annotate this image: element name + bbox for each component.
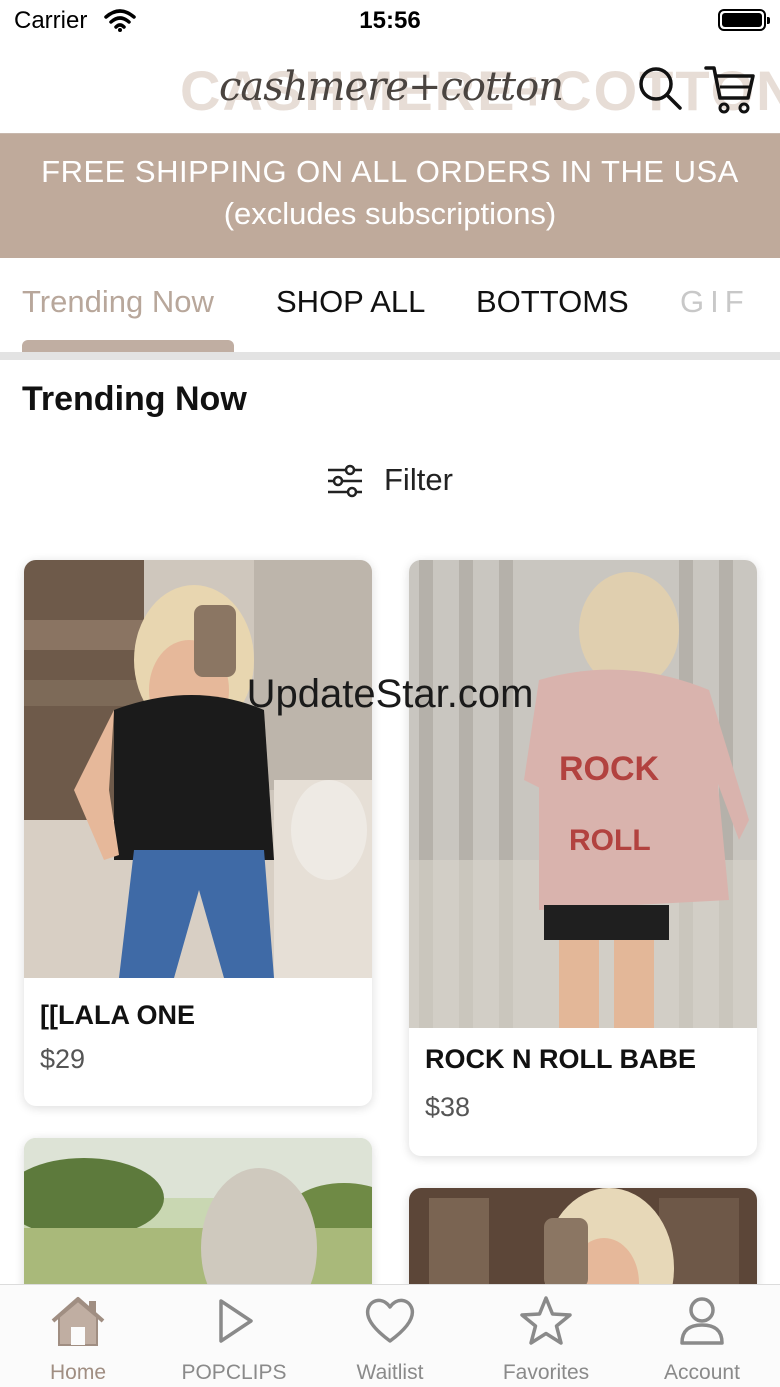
product-name: ROCK N ROLL BABE	[425, 1044, 697, 1074]
tabbar-item-account[interactable]: Account	[624, 1295, 780, 1385]
search-icon[interactable]	[636, 64, 684, 112]
promo-banner[interactable]: FREE SHIPPING ON ALL ORDERS IN THE USA (…	[0, 134, 780, 258]
tabs-divider	[0, 352, 780, 360]
svg-text:ROLL: ROLL	[569, 824, 651, 857]
tabbar-item-popclips[interactable]: POPCLIPS	[156, 1295, 312, 1385]
svg-text:ROCK: ROCK	[559, 750, 660, 788]
clock-time: 15:56	[359, 7, 421, 34]
person-icon	[680, 1297, 724, 1345]
tab-gifts[interactable]: GIF	[680, 284, 750, 320]
category-tabs: Trending Now SHOP ALL BOTTOMS GIF	[0, 258, 780, 352]
tabbar-label: Favorites	[502, 1361, 590, 1384]
tabbar-item-waitlist[interactable]: Waitlist	[312, 1295, 468, 1385]
product-price: $29	[40, 1044, 86, 1074]
cart-icon[interactable]	[704, 64, 756, 116]
product-name: [[LALA ONE	[40, 1000, 195, 1030]
status-bar: Carrier 15:56	[0, 0, 780, 44]
product-price: $38	[425, 1092, 471, 1122]
tabbar-item-home[interactable]: Home	[0, 1295, 156, 1385]
active-tab-indicator	[22, 340, 234, 352]
tabbar-item-favorites[interactable]: Favorites	[468, 1295, 624, 1385]
home-icon	[51, 1297, 105, 1346]
heart-icon	[365, 1298, 415, 1343]
battery-icon	[718, 9, 770, 31]
page-title: Trending Now	[22, 380, 247, 418]
logo-script: cashmere+cotton	[219, 64, 564, 110]
tab-trending-now[interactable]: Trending Now	[22, 284, 214, 320]
product-image[interactable]	[24, 560, 372, 978]
star-icon	[520, 1296, 572, 1345]
tab-bottoms[interactable]: BOTTOMS	[476, 284, 629, 320]
brand-logo[interactable]: CASHMERE+COTTON cashmere+cotton	[180, 54, 780, 122]
watermark-text: UpdateStar.com	[246, 672, 534, 716]
filter-label: Filter	[384, 462, 453, 497]
tabbar-label: Waitlist	[356, 1361, 424, 1384]
tab-shop-all[interactable]: SHOP ALL	[276, 284, 425, 320]
bottom-tab-bar: Home POPCLIPS Waitlist Favorites Account	[0, 1284, 780, 1387]
promo-line-1: FREE SHIPPING ON ALL ORDERS IN THE USA	[41, 154, 739, 189]
promo-line-2: (excludes subscriptions)	[223, 196, 557, 231]
product-card[interactable]: ROCK ROLL ROCK N ROLL BABE $38	[409, 560, 757, 1156]
filter-icon	[328, 464, 362, 498]
tabbar-label: Account	[664, 1361, 740, 1384]
product-image[interactable]: ROCK ROLL	[409, 560, 757, 1028]
play-icon	[219, 1299, 253, 1343]
filter-button[interactable]: Filter	[0, 458, 780, 504]
product-card[interactable]: [[LALA ONE $29	[24, 560, 372, 1106]
app-header: CASHMERE+COTTON cashmere+cotton	[0, 44, 780, 134]
tabbar-label: POPCLIPS	[181, 1361, 287, 1384]
tabbar-label: Home	[49, 1361, 107, 1384]
